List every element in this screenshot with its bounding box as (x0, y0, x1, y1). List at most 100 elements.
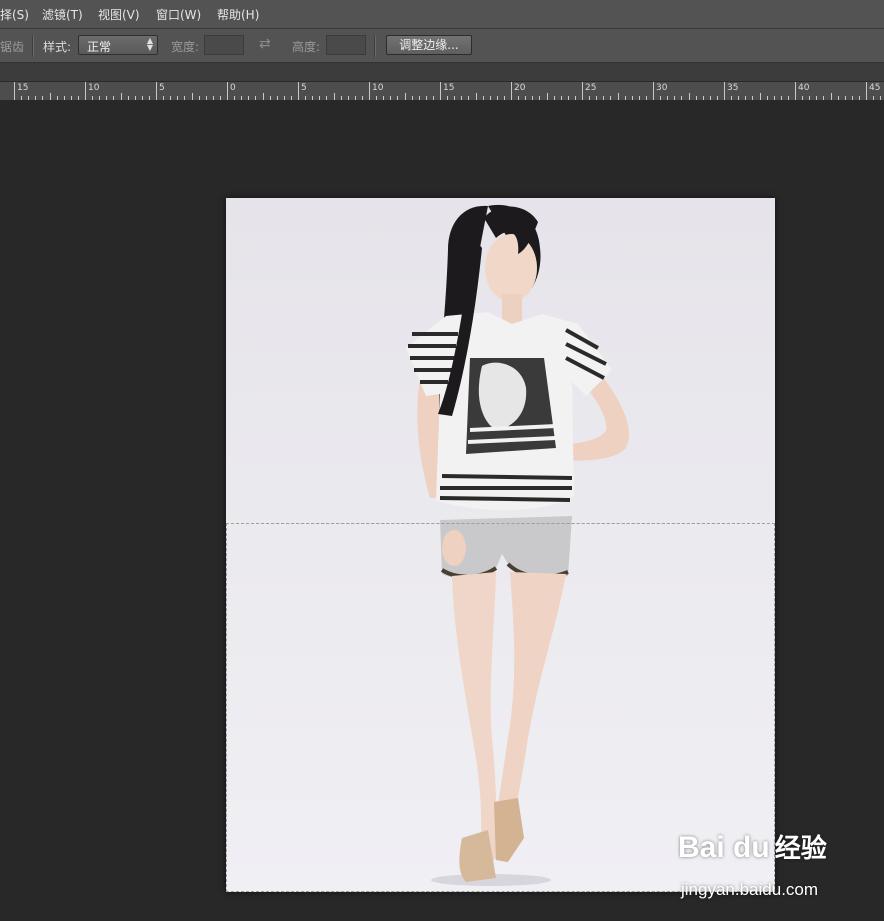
ruler-minor-tick (220, 96, 221, 100)
ruler-minor-tick (405, 93, 406, 100)
style-select-value: 正常 (87, 40, 112, 54)
ruler-minor-tick (745, 96, 746, 100)
ruler-minor-tick (476, 93, 477, 100)
ruler-major-tick (85, 82, 86, 100)
menu-view[interactable]: 视图(V) (98, 6, 140, 23)
horizontal-ruler[interactable]: 15 10 5 0 5 10 15 20 25 30 35 40 45 (0, 82, 884, 101)
ruler-minor-tick (490, 96, 491, 100)
menu-filter[interactable]: 滤镜(T) (42, 6, 83, 23)
ruler-major-tick (440, 82, 441, 100)
ruler-minor-tick (788, 96, 789, 100)
ruler-minor-tick (99, 96, 100, 100)
ruler-minor-tick (142, 96, 143, 100)
width-label: 宽度: (171, 40, 200, 54)
ruler-minor-tick (639, 96, 640, 100)
ruler-major-tick (582, 82, 583, 100)
ruler-minor-tick (823, 96, 824, 100)
ruler-minor-tick (213, 96, 214, 100)
ruler-minor-tick (518, 96, 519, 100)
ruler-minor-tick (504, 96, 505, 100)
ruler-minor-tick (696, 96, 697, 100)
ruler-major-tick (866, 82, 867, 100)
ruler-minor-tick (362, 96, 363, 100)
ruler-minor-tick (390, 96, 391, 100)
ruler-major-tick (724, 82, 725, 100)
ruler-minor-tick (767, 96, 768, 100)
ruler-label: 5 (301, 83, 307, 93)
ruler-minor-tick (589, 96, 590, 100)
ruler-label: 10 (372, 83, 384, 93)
ruler-minor-tick (248, 96, 249, 100)
ruler-minor-tick (277, 96, 278, 100)
ruler-minor-tick (603, 96, 604, 100)
menu-help[interactable]: 帮助(H) (217, 6, 259, 23)
ruler-minor-tick (21, 96, 22, 100)
ruler-major-tick (156, 82, 157, 100)
ruler-minor-tick (291, 96, 292, 100)
ruler-major-tick (14, 82, 15, 100)
ruler-minor-tick (206, 96, 207, 100)
ruler-minor-tick (717, 96, 718, 100)
ruler-minor-tick (774, 96, 775, 100)
baidu-logo: Bai du (678, 831, 770, 864)
ruler-minor-tick (192, 93, 193, 100)
ruler-minor-tick (674, 96, 675, 100)
ruler-minor-tick (128, 96, 129, 100)
ruler-minor-tick (802, 96, 803, 100)
ruler-major-tick (653, 82, 654, 100)
ruler-minor-tick (341, 96, 342, 100)
ruler-minor-tick (561, 96, 562, 100)
width-input[interactable] (204, 35, 244, 55)
ruler-major-tick (298, 82, 299, 100)
ruler-minor-tick (525, 96, 526, 100)
ruler-minor-tick (660, 96, 661, 100)
ruler-minor-tick (618, 93, 619, 100)
ruler-minor-tick (334, 93, 335, 100)
ruler-minor-tick (35, 96, 36, 100)
antialias-label[interactable]: 锯齿 (0, 38, 24, 55)
ruler-minor-tick (752, 96, 753, 100)
swap-dimensions-icon[interactable]: ⇄ (259, 36, 271, 52)
ruler-minor-tick (483, 96, 484, 100)
ruler-minor-tick (461, 96, 462, 100)
ruler-minor-tick (419, 96, 420, 100)
ruler-major-tick (511, 82, 512, 100)
watermark-url: jingyan.baidu.com (681, 880, 819, 899)
ruler-minor-tick (106, 96, 107, 100)
ruler-minor-tick (163, 96, 164, 100)
style-select[interactable]: 正常 ▲ ▼ (78, 35, 158, 55)
ruler-minor-tick (873, 96, 874, 100)
ruler-minor-tick (42, 96, 43, 100)
menu-select[interactable]: 择(S) (0, 6, 29, 23)
ruler-minor-tick (554, 96, 555, 100)
menu-bar: 择(S) 滤镜(T) 视图(V) 窗口(W) 帮助(H) (0, 0, 884, 29)
ruler-label: 45 (869, 83, 881, 93)
ruler-label: 40 (798, 83, 810, 93)
ruler-minor-tick (376, 96, 377, 100)
ruler-minor-tick (497, 96, 498, 100)
ruler-minor-tick (263, 93, 264, 100)
ruler-minor-tick (738, 96, 739, 100)
ruler-minor-tick (177, 96, 178, 100)
menu-window[interactable]: 窗口(W) (156, 6, 201, 23)
ruler-minor-tick (596, 96, 597, 100)
ruler-minor-tick (568, 96, 569, 100)
ruler-minor-tick (731, 96, 732, 100)
options-divider (32, 35, 34, 57)
ruler-minor-tick (412, 96, 413, 100)
ruler-minor-tick (831, 93, 832, 100)
document-tab-strip (0, 63, 884, 82)
ruler-minor-tick (255, 96, 256, 100)
ruler-minor-tick (199, 96, 200, 100)
refine-edge-button[interactable]: 调整边缘... (386, 35, 472, 55)
ruler-minor-tick (689, 93, 690, 100)
height-input[interactable] (326, 35, 366, 55)
ruler-minor-tick (184, 96, 185, 100)
ruler-major-tick (795, 82, 796, 100)
ruler-minor-tick (532, 96, 533, 100)
ruler-minor-tick (71, 96, 72, 100)
ruler-minor-tick (781, 96, 782, 100)
ruler-minor-tick (468, 96, 469, 100)
ruler-minor-tick (284, 96, 285, 100)
select-arrows-icon: ▲ ▼ (146, 36, 153, 52)
